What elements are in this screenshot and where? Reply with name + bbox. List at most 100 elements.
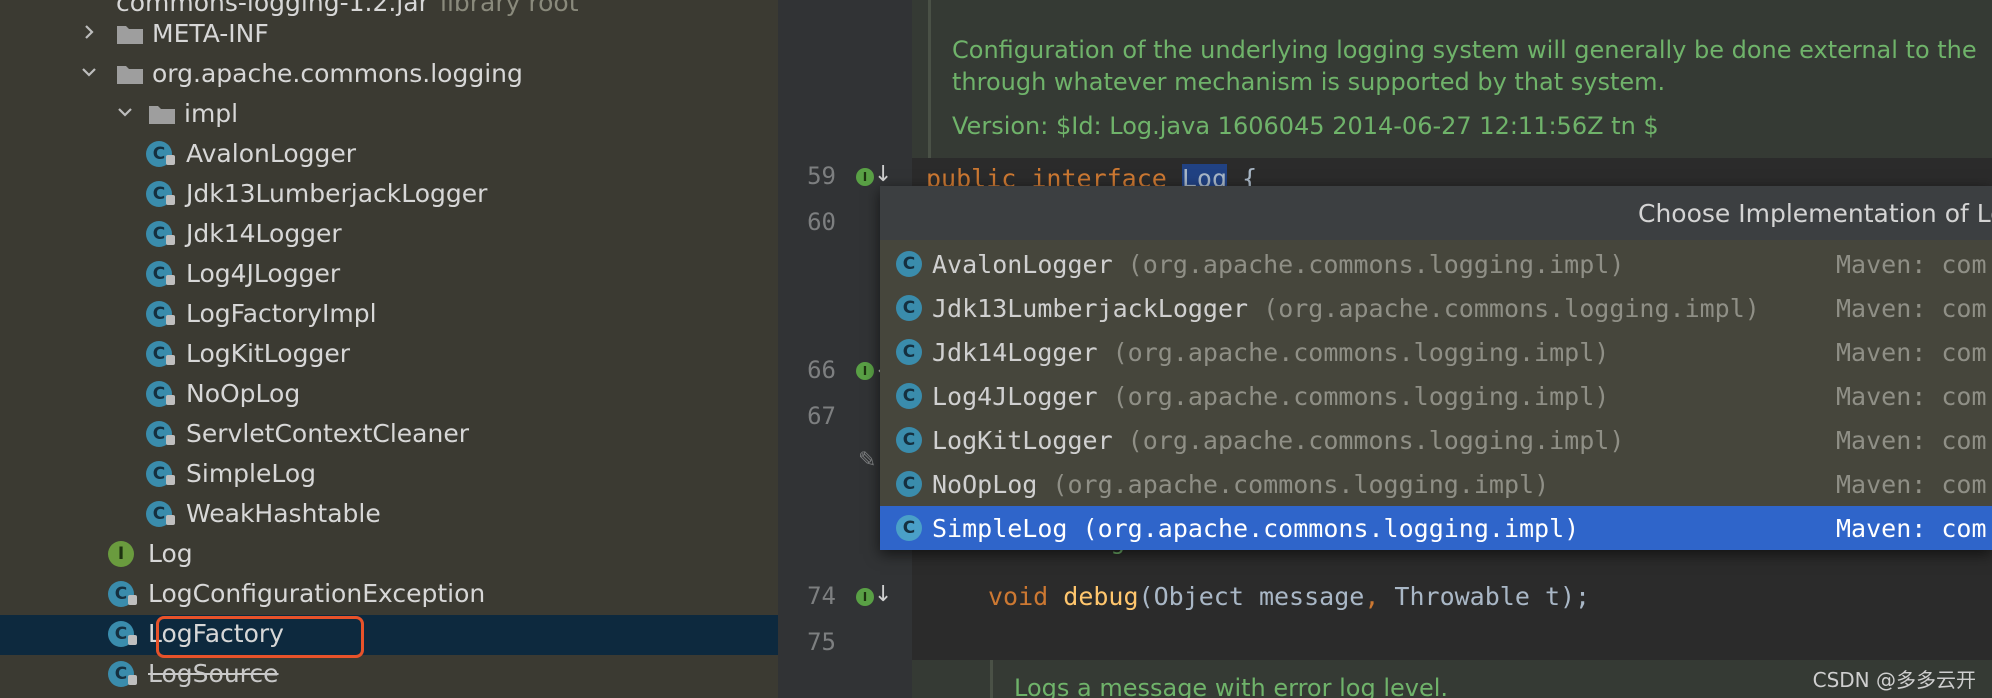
implemented-marker-icon[interactable]: I — [856, 168, 874, 186]
folder-icon — [117, 66, 143, 84]
implementation-source: Maven: com — [1836, 470, 1987, 499]
tree-row-label: ServletContextCleaner — [186, 419, 469, 448]
tree-row-label: LogFactoryImpl — [186, 299, 377, 328]
lock-icon — [166, 395, 175, 405]
interface-icon: I — [108, 541, 134, 567]
implementation-source: Maven: com — [1836, 382, 1987, 411]
tree-row-meta-inf[interactable]: META-INF — [0, 15, 778, 55]
tree-row-label: AvalonLogger — [186, 139, 357, 168]
tree-row-label: LogKitLogger — [186, 339, 350, 368]
implementation-item-nooplog[interactable]: C NoOpLog (org.apache.commons.logging.imp… — [880, 462, 1992, 506]
implementation-name: LogKitLogger (org.apache.commons.logging… — [932, 426, 1625, 455]
implementation-name: Jdk14Logger (org.apache.commons.logging.… — [932, 338, 1610, 367]
chevron-down-icon[interactable] — [78, 61, 100, 83]
implementation-item-jdk13lumberjacklogger[interactable]: C Jdk13LumberjackLogger (org.apache.commo… — [880, 286, 1992, 330]
tree-row-jdk14logger[interactable]: C Jdk14Logger — [0, 215, 778, 255]
tree-row-label: LogConfigurationException — [148, 579, 486, 608]
tree-row-log[interactable]: I Log — [0, 535, 778, 575]
implementation-name: NoOpLog (org.apache.commons.logging.impl… — [932, 470, 1550, 499]
folder-icon — [117, 26, 143, 44]
lock-icon — [166, 275, 175, 285]
lock-icon — [166, 235, 175, 245]
tree-row-logconfigurationexception[interactable]: C LogConfigurationException — [0, 575, 778, 615]
tree-row-label: org.apache.commons.logging — [152, 59, 523, 88]
implementation-name: Log4JLogger (org.apache.commons.logging.… — [932, 382, 1610, 411]
implementation-item-jdk14logger[interactable]: C Jdk14Logger (org.apache.commons.logging… — [880, 330, 1992, 374]
tree-row-logsource[interactable]: C LogSource — [0, 655, 778, 695]
implementation-source: Maven: com — [1836, 338, 1987, 367]
chevron-right-icon[interactable] — [78, 21, 100, 43]
tree-row-label: Log — [148, 539, 193, 568]
implementation-name: SimpleLog (org.apache.commons.logging.im… — [932, 514, 1580, 543]
lock-icon — [128, 595, 137, 605]
class-icon: C — [896, 251, 922, 277]
arrow-down-icon[interactable]: ↓ — [874, 162, 892, 187]
lock-icon — [166, 435, 175, 445]
line-number-66: 66 — [807, 356, 836, 384]
doc-line-3: Version: $Id: Log.java 1606045 2014-06-2… — [952, 112, 1659, 140]
tree-row-logfactory[interactable]: C LogFactory — [0, 615, 778, 655]
lock-icon — [166, 315, 175, 325]
lock-icon — [128, 635, 137, 645]
tree-row-avalonlogger[interactable]: C AvalonLogger — [0, 135, 778, 175]
implementation-source: Maven: com — [1836, 514, 1987, 543]
tree-row-label: WeakHashtable — [186, 499, 381, 528]
watermark: CSDN @多多云开 — [1812, 668, 1976, 692]
implementation-name: Jdk13LumberjackLogger (org.apache.common… — [932, 294, 1760, 323]
implemented-marker-icon[interactable]: I — [856, 362, 874, 380]
lock-icon — [166, 155, 175, 165]
tree-row-label: NoOpLog — [186, 379, 301, 408]
line-number-59: 59 — [807, 162, 836, 190]
tree-row-weakhashtable[interactable]: C WeakHashtable — [0, 495, 778, 535]
line-number-74: 74 — [807, 582, 836, 610]
project-tree-panel: commons-logging-1.2.jar library root MET… — [0, 0, 778, 698]
folder-icon — [149, 106, 175, 124]
implementation-source: Maven: com — [1836, 426, 1987, 455]
chevron-down-icon[interactable] — [114, 101, 136, 123]
tree-row-simplelog[interactable]: C SimpleLog — [0, 455, 778, 495]
class-icon: C — [896, 339, 922, 365]
implementation-item-log4jlogger[interactable]: C Log4JLogger (org.apache.commons.logging… — [880, 374, 1992, 418]
class-icon: C — [896, 295, 922, 321]
annotation-highlight-box — [156, 616, 364, 658]
tree-row-label: META-INF — [152, 19, 269, 48]
tree-row-servletcontextcleaner[interactable]: C ServletContextCleaner — [0, 415, 778, 455]
tree-row-label: SimpleLog — [186, 459, 317, 488]
implementation-name: AvalonLogger (org.apache.commons.logging… — [932, 250, 1625, 279]
tree-row-label: Jdk13LumberjackLogger — [186, 179, 488, 208]
choose-implementation-popup[interactable]: Choose Implementation of Lo C AvalonLogge… — [880, 186, 1992, 550]
implementation-source: Maven: com — [1836, 250, 1987, 279]
tree-row-jdk13lumberjacklogger[interactable]: C Jdk13LumberjackLogger — [0, 175, 778, 215]
line-number-75: 75 — [807, 628, 836, 656]
code-line-74: void debug(Object message, Throwable t); — [988, 582, 1591, 611]
tree-row-nooplog[interactable]: C NoOpLog — [0, 375, 778, 415]
doc-bottom-line: Logs a message with error log level. — [1014, 674, 1449, 698]
class-icon: C — [896, 427, 922, 453]
tree-row-org-apache-commons-logging[interactable]: org.apache.commons.logging — [0, 55, 778, 95]
lock-icon — [166, 195, 175, 205]
implementation-source: Maven: com — [1836, 294, 1987, 323]
line-number-67: 67 — [807, 402, 836, 430]
lock-icon — [128, 675, 137, 685]
tree-row-logfactoryimpl[interactable]: C LogFactoryImpl — [0, 295, 778, 335]
doc-line-2: through whatever mechanism is supported … — [952, 68, 1666, 96]
doc-line-1: Configuration of the underlying logging … — [952, 36, 1977, 64]
edit-pencil-icon[interactable]: ✎ — [858, 448, 876, 473]
tree-row-label: impl — [184, 99, 239, 128]
popup-title-bar: Choose Implementation of Lo — [880, 186, 1992, 240]
implemented-marker-icon[interactable]: I — [856, 588, 874, 606]
implementation-item-logkitlogger[interactable]: C LogKitLogger (org.apache.commons.loggin… — [880, 418, 1992, 462]
tree-row-label: LogSource — [148, 659, 279, 688]
class-icon: C — [896, 383, 922, 409]
implementation-item-simplelog[interactable]: C SimpleLog (org.apache.commons.logging.i… — [880, 506, 1992, 550]
tree-row-logkitlogger[interactable]: C LogKitLogger — [0, 335, 778, 375]
tree-row-impl[interactable]: impl — [0, 95, 778, 135]
tree-row-label: Log4JLogger — [186, 259, 341, 288]
lock-icon — [166, 515, 175, 525]
implementation-item-avalonlogger[interactable]: C AvalonLogger (org.apache.commons.loggin… — [880, 242, 1992, 286]
lock-icon — [166, 475, 175, 485]
tree-row-log4jlogger[interactable]: C Log4JLogger — [0, 255, 778, 295]
line-number-60: 60 — [807, 208, 836, 236]
popup-title: Choose Implementation of Lo — [1638, 199, 1992, 228]
arrow-down-icon[interactable]: ↓ — [874, 582, 892, 607]
